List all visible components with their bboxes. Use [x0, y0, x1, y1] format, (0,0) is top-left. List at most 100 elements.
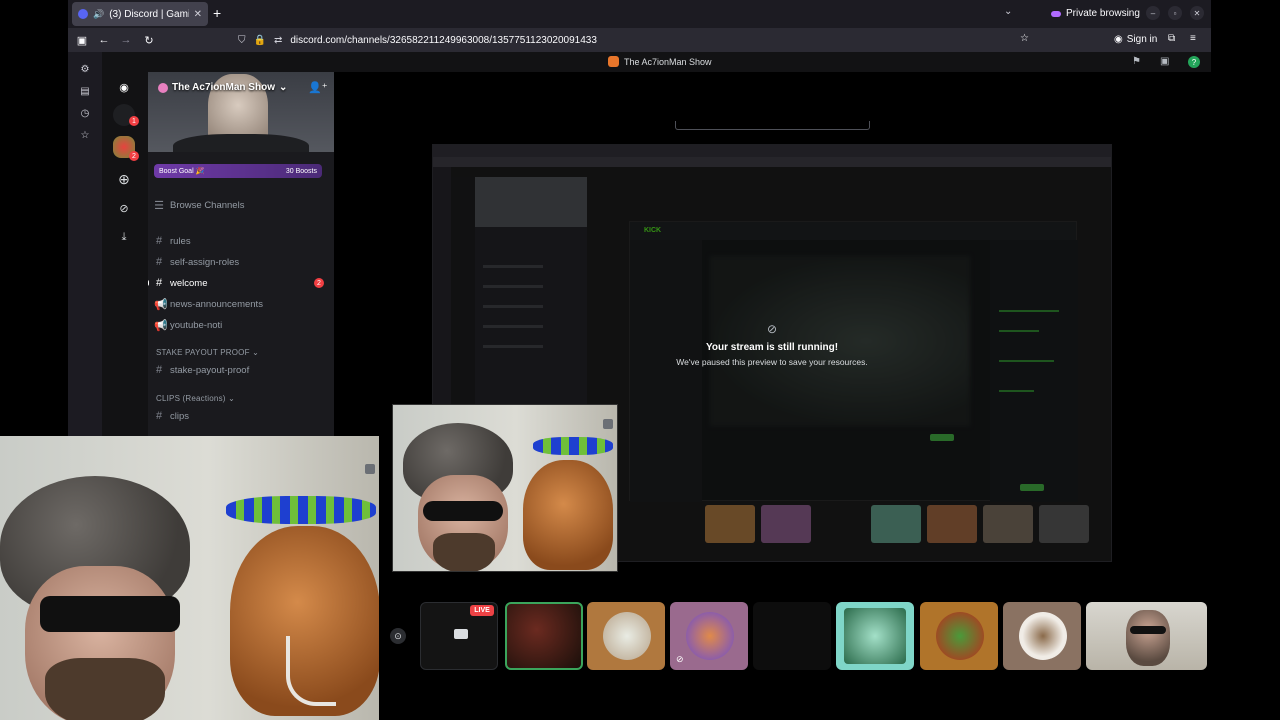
lock-icon[interactable]: 🔒: [254, 35, 266, 46]
preview-participant: [871, 505, 921, 543]
participant-tile-speaking[interactable]: [505, 602, 583, 670]
category-stake[interactable]: STAKE PAYOUT PROOF ⌄: [156, 348, 259, 357]
preview-navbar: [433, 157, 1111, 167]
chevron-down-icon[interactable]: ⌄: [1004, 6, 1012, 17]
popout-icon[interactable]: [603, 419, 613, 429]
preview-guilds: [451, 177, 475, 417]
channel-label: self-assign-roles: [170, 256, 240, 268]
webcam-main: [0, 436, 379, 720]
server-name-text: The Ac7ionMan Show: [172, 82, 275, 93]
help-icon[interactable]: ?: [1188, 56, 1200, 68]
url-text[interactable]: discord.com/channels/326582211249963008/…: [290, 35, 597, 46]
preview-chat-line: [999, 310, 1059, 312]
reload-icon[interactable]: ↻: [141, 32, 157, 48]
participant-tile[interactable]: ⊘: [670, 602, 748, 670]
private-browsing-indicator: Private browsing: [1051, 8, 1140, 19]
new-tab-button[interactable]: +: [213, 5, 221, 21]
shield-icon[interactable]: ⛉: [238, 35, 246, 46]
sign-in-button[interactable]: ◉ Sign in: [1114, 34, 1157, 45]
preview-participant: [1039, 505, 1089, 543]
add-server-icon[interactable]: ⊕: [113, 168, 135, 190]
window-title: The Ac7ionMan Show: [608, 56, 712, 67]
boost-goal-bar[interactable]: Boost Goal 🎉 30 Boosts: [154, 164, 322, 178]
channel-self-assign-roles[interactable]: # self-assign-roles: [154, 254, 324, 270]
restore-icon[interactable]: ▫: [1168, 6, 1182, 20]
minimize-icon[interactable]: –: [1146, 6, 1160, 20]
discord-favicon-icon: [78, 9, 88, 19]
back-icon[interactable]: ←: [96, 32, 112, 48]
window-title-text: The Ac7ionMan Show: [624, 56, 712, 67]
participant-tile[interactable]: [836, 602, 914, 670]
speaker-icon[interactable]: 🔊: [93, 9, 104, 20]
sunglasses: [423, 501, 503, 521]
synced-tabs-icon[interactable]: ▤: [78, 84, 92, 98]
forward-icon[interactable]: →: [118, 32, 134, 48]
channel-youtube-noti[interactable]: 📢 youtube-noti: [154, 317, 324, 333]
preview-chat-line: [999, 330, 1039, 332]
kick-chat-button: [1020, 484, 1044, 491]
participant-avatar: [603, 612, 651, 660]
webcam-preview-small[interactable]: [392, 404, 618, 572]
close-icon[interactable]: ✕: [1190, 6, 1204, 20]
channel-news-announcements[interactable]: 📢 news-announcements: [154, 296, 324, 312]
eye-off-icon: ⊘: [766, 322, 778, 336]
url-bar[interactable]: ⛉ 🔒 ⇄ discord.com/channels/3265822112499…: [230, 30, 1040, 50]
sidebar-toggle-icon[interactable]: ▣: [74, 32, 90, 48]
stream-paused-subtitle: We've paused this preview to save your r…: [676, 357, 868, 367]
preview-channel-line: [483, 305, 543, 308]
participant-tile[interactable]: [587, 602, 665, 670]
tab-bar: 🔊 (3) Discord | Gaming | ✕ + ⌄ Private b…: [68, 0, 1211, 28]
unread-badge: 1: [129, 116, 139, 126]
preview-banner: [475, 177, 587, 227]
participant-tile[interactable]: [1003, 602, 1081, 670]
private-browsing-label: Private browsing: [1066, 8, 1140, 19]
download-icon[interactable]: ⤓: [113, 226, 135, 248]
participant-tile-empty[interactable]: [753, 602, 831, 670]
history-icon[interactable]: ◷: [78, 106, 92, 120]
category-clips[interactable]: CLIPS (Reactions) ⌄: [156, 394, 235, 403]
ai-chatbot-icon[interactable]: ⚙: [78, 62, 92, 76]
unread-indicator: [148, 280, 149, 286]
hash-icon: #: [155, 235, 163, 247]
stream-header-pill: [675, 121, 870, 130]
kick-sidebar: [630, 240, 702, 502]
kick-follow-button: [930, 434, 954, 441]
tab-discord[interactable]: 🔊 (3) Discord | Gaming | ✕: [72, 2, 208, 26]
tab-close-icon[interactable]: ✕: [194, 9, 202, 20]
boost-gem-icon: [158, 82, 168, 93]
kick-topbar: [630, 222, 1076, 240]
participant-avatar: [936, 612, 984, 660]
browse-channels-label: Browse Channels: [170, 199, 245, 211]
channel-clips[interactable]: # clips: [154, 408, 324, 424]
screen-icon[interactable]: ▣: [1160, 56, 1169, 67]
permissions-icon[interactable]: ⇄: [274, 35, 282, 46]
megaphone-icon: 📢: [154, 298, 168, 311]
unread-badge: 2: [129, 151, 139, 161]
participant-face: [1126, 610, 1170, 666]
participant-tile-webcam[interactable]: [1086, 602, 1207, 670]
preview-chat-line: [999, 390, 1034, 392]
browse-channels[interactable]: ☰ Browse Channels: [154, 197, 324, 213]
bookmarks-icon[interactable]: ☆: [78, 128, 92, 142]
channel-label: news-announcements: [170, 298, 263, 310]
server-name[interactable]: The Ac7ionMan Show ⌄: [158, 82, 287, 93]
preview-participant: [983, 505, 1033, 543]
pin-icon[interactable]: ⊙: [390, 628, 406, 644]
channel-stake-payout-proof[interactable]: # stake-payout-proof: [154, 362, 324, 378]
channel-rules[interactable]: # rules: [154, 233, 324, 249]
extensions-icon[interactable]: ⧉: [1168, 33, 1175, 44]
discover-icon[interactable]: ⊘: [113, 197, 135, 219]
stream-paused-title: Your stream is still running!: [705, 342, 839, 353]
preview-participant: [705, 505, 755, 543]
boost-goal-label: Boost Goal 🎉: [159, 168, 205, 175]
participant-tile[interactable]: [920, 602, 998, 670]
bookmark-star-icon[interactable]: ☆: [1020, 33, 1029, 44]
popout-icon[interactable]: [365, 464, 375, 474]
menu-icon[interactable]: ≡: [1190, 33, 1196, 44]
channel-welcome[interactable]: # welcome 2: [148, 275, 324, 291]
tab-title: (3) Discord | Gaming |: [109, 8, 188, 20]
invite-people-icon[interactable]: 👤⁺: [308, 81, 328, 94]
discord-home-icon[interactable]: ◉: [113, 76, 135, 98]
inbox-icon[interactable]: ⚑: [1132, 56, 1141, 67]
channel-sidebar: The Ac7ionMan Show ⌄ 👤⁺ Boost Goal 🎉 30 …: [148, 72, 334, 436]
